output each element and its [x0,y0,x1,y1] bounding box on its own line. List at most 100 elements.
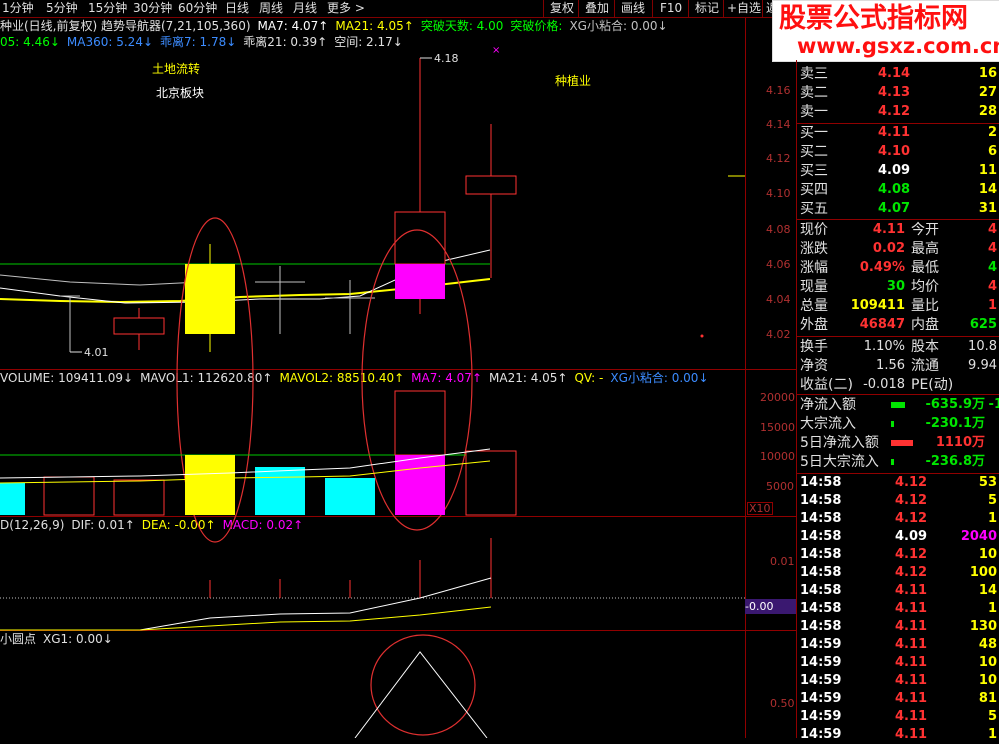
tick-row[interactable]: 14:59 4.11 81 [799,690,999,708]
tick-price: 4.11 [895,709,928,724]
flow-bar [891,402,905,408]
tick-volume: 53 [978,475,997,490]
flow-value: -230.1万 [925,416,985,431]
tick-row[interactable]: 14:59 4.11 10 [799,654,999,672]
tick-volume: 10 [978,547,997,562]
orderbook-label: 卖三 [800,66,828,82]
tick-time: 14:58 [800,493,842,508]
panel-separator [796,60,797,738]
orderbook-label: 卖二 [800,85,828,101]
candle-7 [465,124,517,278]
tick-row[interactable]: 14:58 4.11 1 [799,600,999,618]
candle-3 [185,244,235,352]
fundamental-value: 1.10% [863,339,905,354]
orderbook-row[interactable]: 买二 4.10 6 [799,142,999,162]
fundamental-row: 收益(二) -0.018 PE(动) [799,375,999,395]
tick-time: 14:58 [800,565,842,580]
tick-price: 4.11 [895,673,928,688]
orderbook-row[interactable]: 买五 4.07 31 [799,199,999,219]
tick-price: 4.12 [895,547,928,562]
tick-price: 4.11 [895,727,928,742]
tick-row[interactable]: 14:58 4.12 1 [799,510,999,528]
orderbook-row[interactable]: 买四 4.08 14 [799,180,999,200]
flow-bar [891,459,894,465]
quote-value-2: 1 [987,298,997,313]
tick-volume: 1 [987,727,997,742]
orderbook-row[interactable]: 买三 4.09 11 [799,161,999,181]
flow-value: -635.9万 [925,397,985,412]
tick-volume: 48 [978,637,997,652]
quote-label: 涨幅 [800,260,828,276]
tick-volume: 130 [969,619,997,634]
flow-label: 5日大宗流入 [800,454,879,470]
tick-row[interactable]: 14:58 4.09 2040 [799,528,999,546]
quote-value-2: 4 [987,260,997,275]
tick-time: 14:58 [800,601,842,616]
tick-time: 14:59 [800,691,842,706]
tick-time: 14:59 [800,727,842,742]
kline-chart[interactable]: × [0,0,745,738]
tick-price: 4.11 [895,637,928,652]
tick-row[interactable]: 14:58 4.12 5 [799,492,999,510]
tick-row[interactable]: 14:58 4.12 10 [799,546,999,564]
tick-volume: 100 [969,565,997,580]
flow-bar [891,421,894,427]
flow-extra: -1 [988,397,999,412]
orderbook-row[interactable]: 买一 4.11 2 [799,123,999,143]
candle-5 [325,280,375,334]
tick-row[interactable]: 14:58 4.11 14 [799,582,999,600]
tick-time: 14:59 [800,709,842,724]
tick-row[interactable]: 14:58 4.12 53 [799,474,999,492]
quote-value-2: 4 [987,241,997,256]
orderbook-row[interactable]: 卖三 4.14 16 [799,64,999,84]
tick-row[interactable]: 14:59 4.11 1 [799,726,999,744]
fundamental-label: 净资 [800,358,828,374]
candle-6 [394,58,446,314]
orderbook-row[interactable]: 卖一 4.12 28 [799,102,999,122]
orderbook-label: 卖一 [800,104,828,120]
orderbook-label: 买四 [800,182,828,198]
orderbook-price: 4.09 [878,163,911,178]
quote-row: 现量 30 均价 4 [799,277,999,297]
fundamental-value: 1.56 [876,358,905,373]
candle-2 [113,308,165,350]
quote-value: 109411 [850,298,905,313]
watermark-url: www.gsxz.com.cn [797,34,999,58]
orderbook-price: 4.12 [878,104,911,119]
tick-row[interactable]: 14:59 4.11 48 [799,636,999,654]
fundamental-label-2: 股本 [911,339,939,355]
tick-row[interactable]: 14:58 4.11 130 [799,618,999,636]
orderbook-row[interactable]: 卖二 4.13 27 [799,83,999,103]
flow-row: 大宗流入 -230.1万 [799,414,999,434]
tick-row[interactable]: 14:59 4.11 10 [799,672,999,690]
tick-volume: 5 [987,493,997,508]
quote-value: 0.02 [872,241,905,256]
tick-row[interactable]: 14:59 4.11 5 [799,708,999,726]
fundamental-label: 换手 [800,339,828,355]
flow-row: 5日净流入额 1110万 [799,433,999,453]
tick-price: 4.12 [895,475,928,490]
tick-price: 4.09 [895,529,928,544]
orderbook-qty: 31 [978,201,997,216]
orderbook-price: 4.11 [878,125,911,140]
tick-price: 4.11 [895,655,928,670]
price-low-label: 4.01 [84,346,109,359]
tick-price: 4.11 [895,619,928,634]
flow-label: 5日净流入额 [800,435,879,451]
fundamental-value-2: 10.8 [968,339,997,354]
orderbook-label: 买五 [800,201,828,217]
tick-volume: 5 [987,709,997,724]
tick-row[interactable]: 14:58 4.12 100 [799,564,999,582]
quote-label: 总量 [800,298,828,314]
quote-label: 涨跌 [800,241,828,257]
tick-time: 14:59 [800,673,842,688]
orderbook-qty: 11 [978,163,997,178]
flow-row: 净流入额 -635.9万 -1 [799,395,999,415]
orderbook-price: 4.08 [878,182,911,197]
quote-value-2: 4 [987,222,997,237]
macd-zero-label: -0.00 [745,599,796,614]
price-high-label: 4.18 [434,52,459,65]
quote-row: 总量 109411 量比 1 [799,296,999,316]
quote-label-2: 均价 [911,279,939,295]
xg-circle [370,634,476,736]
